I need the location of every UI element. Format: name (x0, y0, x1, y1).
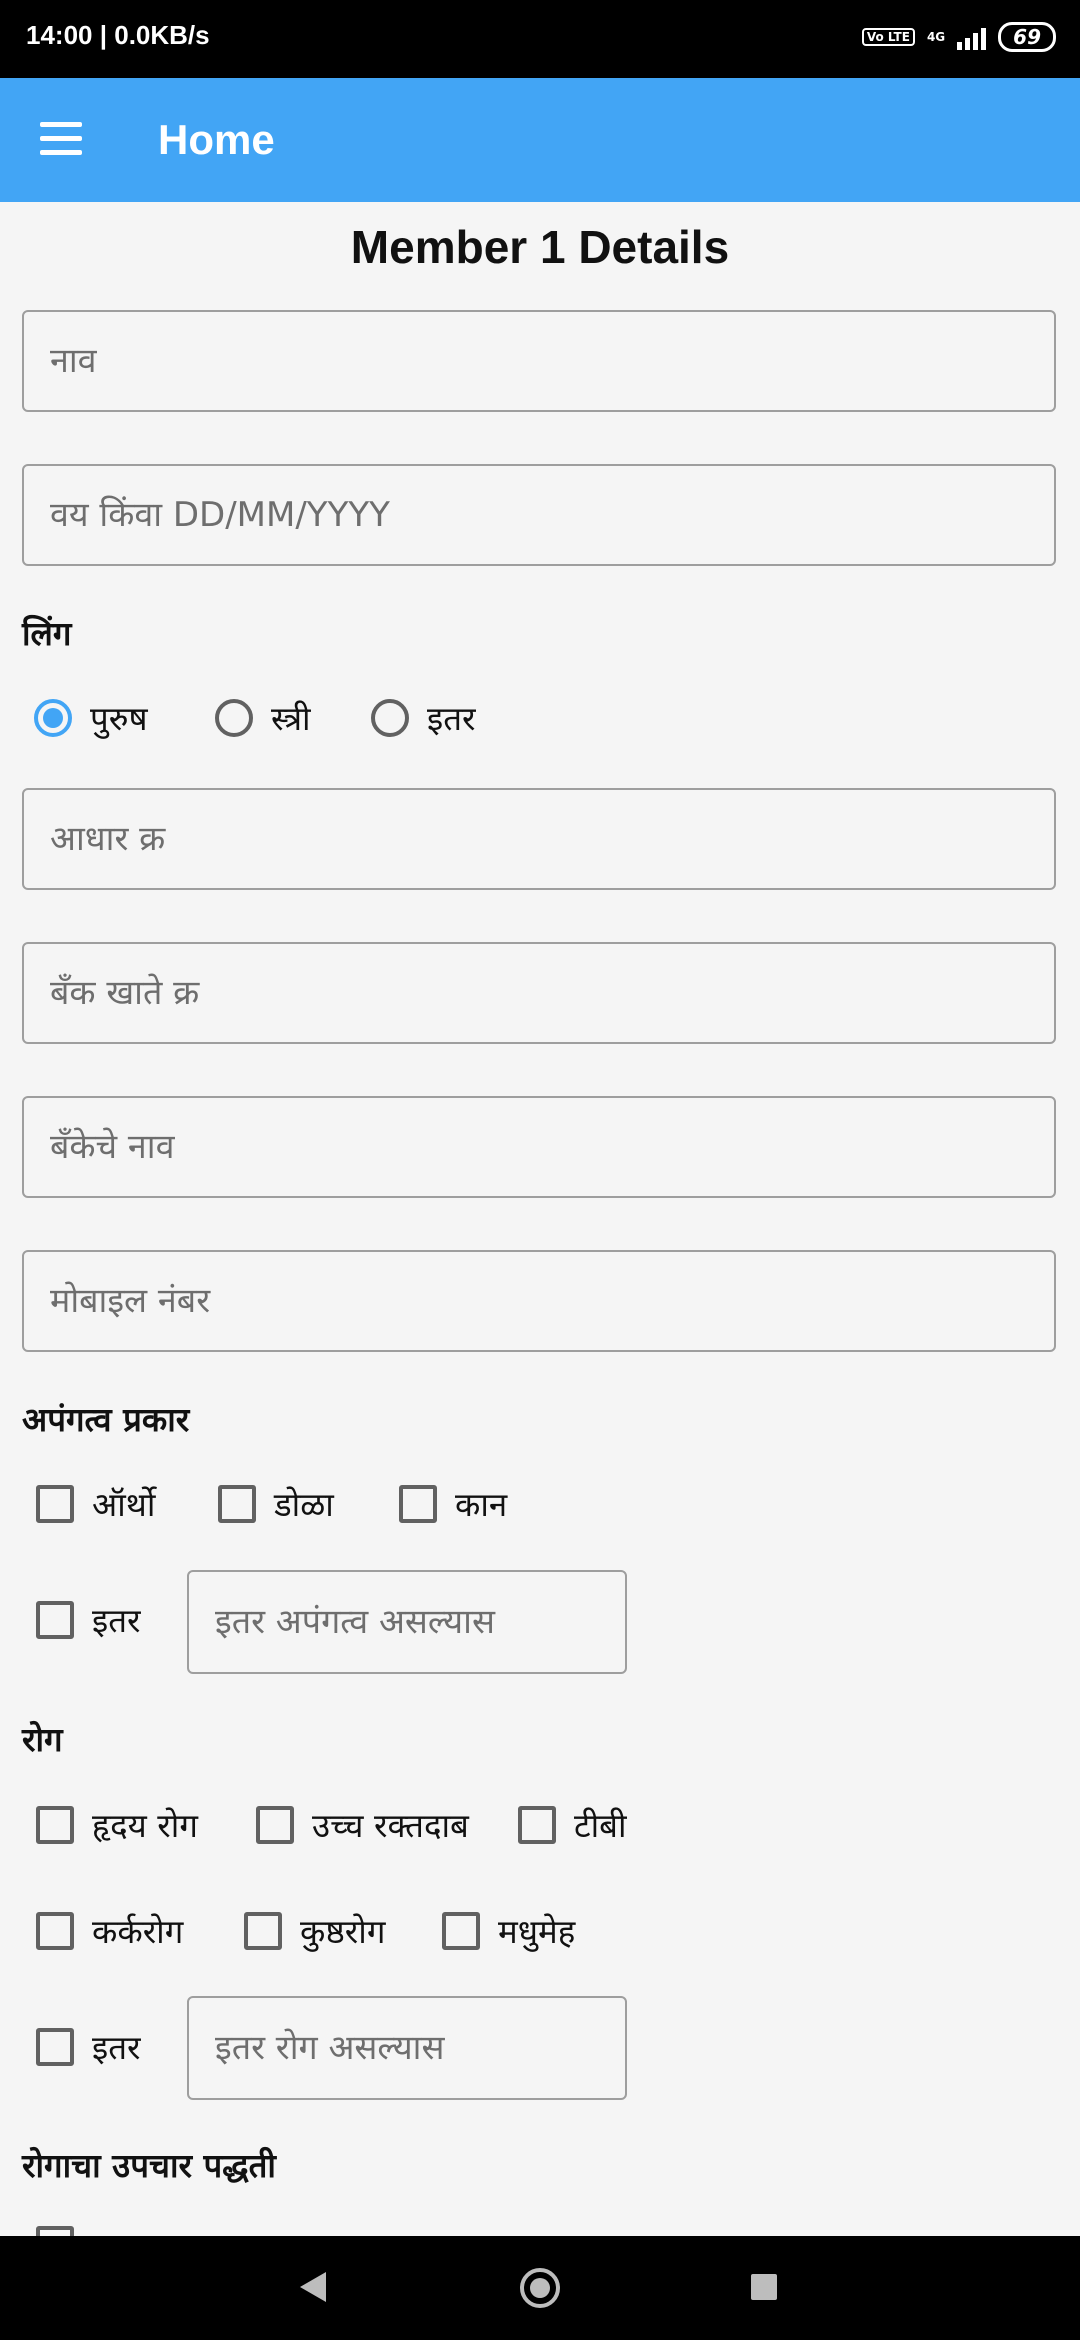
battery-icon: 69 (998, 22, 1056, 52)
nav-home-icon[interactable] (520, 2268, 560, 2308)
disease-other-field[interactable] (187, 1996, 627, 2100)
app-bar: Home (0, 78, 1080, 202)
age-input[interactable] (24, 466, 1054, 564)
disability-check-ear[interactable]: कान (399, 1481, 507, 1526)
checkbox-icon[interactable] (36, 2027, 74, 2066)
status-time: 14:00 | 0.0KB/s (26, 20, 210, 50)
bank-name-input[interactable] (24, 1098, 1054, 1196)
disability-other-input[interactable] (189, 1572, 625, 1672)
disability-other-field[interactable] (187, 1570, 627, 1674)
gender-label: लिंग (22, 614, 72, 653)
form-title: Member 1 Details (350, 221, 730, 273)
disease-other-input[interactable] (189, 1998, 625, 2098)
radio-unchecked-icon[interactable] (371, 698, 409, 737)
gender-radio-male[interactable]: पुरुष (34, 695, 148, 740)
checkbox-icon[interactable] (399, 1484, 437, 1523)
signal-icon (957, 24, 987, 50)
bank-account-field[interactable] (22, 942, 1056, 1044)
radio-checked-icon[interactable] (34, 698, 72, 737)
network-type: 4G (926, 30, 946, 44)
disability-check-ortho[interactable]: ऑर्थो (36, 1481, 155, 1526)
volte-icon: Vo LTE (861, 28, 915, 46)
aadhar-input[interactable] (24, 790, 1054, 888)
checkbox-icon[interactable] (36, 2226, 74, 2236)
disability-label: अपंगत्व प्रकार (22, 1400, 190, 1439)
gender-radio-other[interactable]: इतर (371, 695, 476, 740)
checkbox-icon[interactable] (256, 1805, 294, 1844)
aadhar-field[interactable] (22, 788, 1056, 890)
gender-radio-female[interactable]: स्त्री (215, 695, 311, 740)
bank-name-field[interactable] (22, 1096, 1056, 1198)
treatment-check-partial[interactable] (36, 2226, 74, 2236)
disease-check-leprosy[interactable]: कुष्ठरोग (244, 1908, 385, 1953)
disease-label: रोग (22, 1720, 63, 1759)
disease-check-diabetes[interactable]: मधुमेह (442, 1908, 575, 1953)
disease-check-heart[interactable]: हृदय रोग (36, 1802, 198, 1847)
mobile-field[interactable] (22, 1250, 1056, 1352)
age-field[interactable] (22, 464, 1056, 566)
disease-check-cancer[interactable]: कर्करोग (36, 1908, 183, 1953)
disability-check-eye[interactable]: डोळा (218, 1481, 334, 1526)
nav-recents-icon[interactable] (751, 2274, 777, 2300)
disability-check-other[interactable]: इतर (36, 1597, 141, 1642)
checkbox-icon[interactable] (36, 1911, 74, 1950)
disease-check-other[interactable]: इतर (36, 2024, 141, 2069)
disease-check-bp[interactable]: उच्च रक्तदाब (256, 1802, 469, 1847)
name-input[interactable] (24, 312, 1054, 410)
bank-account-input[interactable] (24, 944, 1054, 1042)
radio-unchecked-icon[interactable] (215, 698, 253, 737)
checkbox-icon[interactable] (36, 1805, 74, 1844)
app-bar-title: Home (158, 116, 275, 163)
system-nav-bar (0, 2236, 1080, 2340)
checkbox-icon[interactable] (36, 1600, 74, 1639)
treatment-label: रोगाचा उपचार पद्धती (22, 2146, 276, 2185)
nav-back-icon[interactable] (300, 2272, 326, 2302)
form-scroll-area[interactable]: Member 1 Details लिंग पुरुष स्त्री इतर अ… (0, 202, 1080, 2236)
disease-check-tb[interactable]: टीबी (518, 1802, 627, 1847)
checkbox-icon[interactable] (518, 1805, 556, 1844)
status-bar: 14:00 | 0.0KB/s Vo LTE 4G 69 (0, 0, 1080, 78)
mobile-input[interactable] (24, 1252, 1054, 1350)
checkbox-icon[interactable] (442, 1911, 480, 1950)
checkbox-icon[interactable] (218, 1484, 256, 1523)
hamburger-menu-icon[interactable] (40, 122, 82, 156)
checkbox-icon[interactable] (244, 1911, 282, 1950)
name-field[interactable] (22, 310, 1056, 412)
checkbox-icon[interactable] (36, 1484, 74, 1523)
status-icons: Vo LTE 4G 69 (861, 22, 1056, 52)
